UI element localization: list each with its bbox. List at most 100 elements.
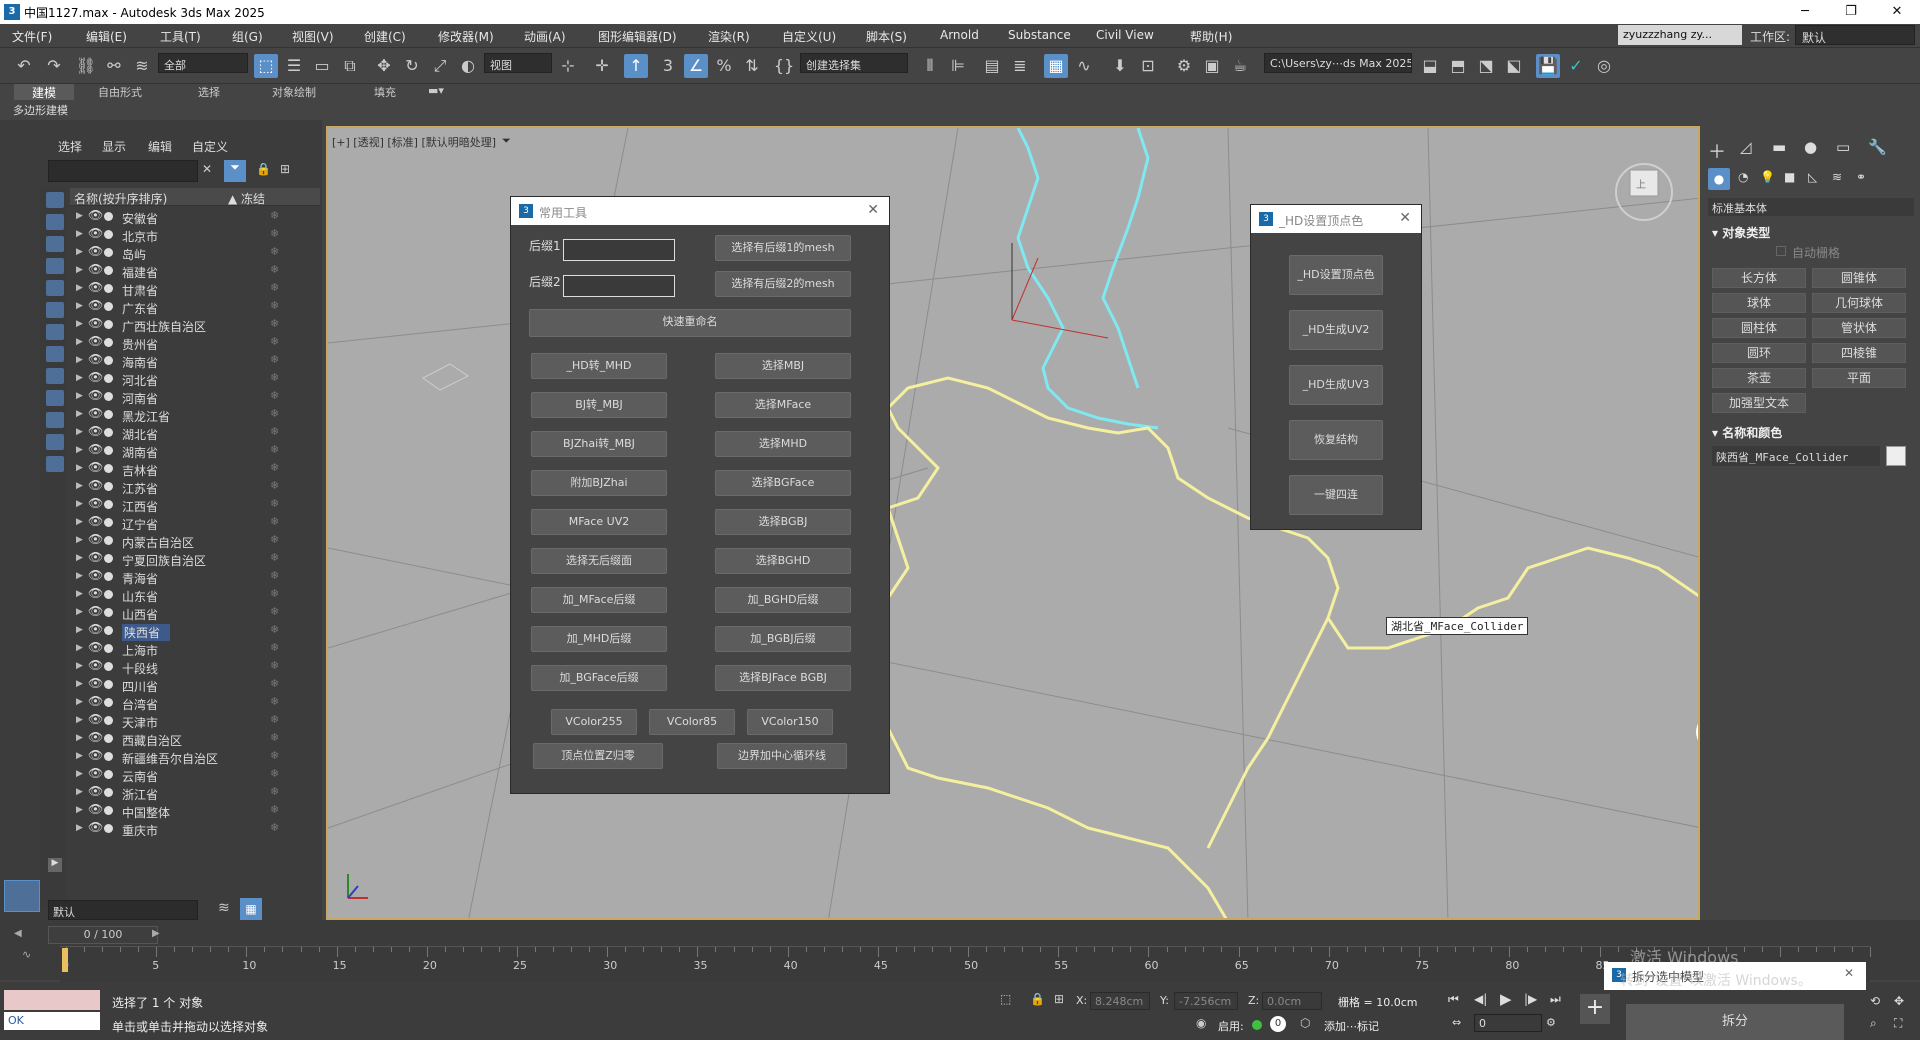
ribbon-tab-freeform[interactable]: 自由形式: [98, 84, 142, 100]
visibility-eye-icon[interactable]: 👁: [88, 586, 103, 600]
render-dot-icon[interactable]: [104, 320, 113, 329]
lock-icon[interactable]: 🔒: [256, 162, 271, 176]
freeze-icon[interactable]: ❄: [270, 767, 279, 780]
expand-icon[interactable]: ▶: [76, 823, 83, 833]
visibility-eye-icon[interactable]: 👁: [88, 280, 103, 294]
expand-icon[interactable]: ▶: [76, 283, 83, 293]
explorer-row[interactable]: ▶ 👁 安徽省 ❄: [70, 208, 320, 226]
freeze-icon[interactable]: ❄: [270, 461, 279, 474]
close-icon[interactable]: ✕: [867, 202, 879, 218]
freeze-icon[interactable]: ❄: [270, 227, 279, 240]
clear-search-icon[interactable]: ✕: [202, 162, 212, 176]
freeze-icon[interactable]: ❄: [270, 317, 279, 330]
render-dot-icon[interactable]: [104, 554, 113, 563]
pan-icon[interactable]: ✥: [1894, 994, 1904, 1008]
time-marker[interactable]: [62, 948, 68, 972]
vcolor255-button[interactable]: VColor255: [551, 709, 637, 735]
time-tag-icon[interactable]: 0: [1270, 1016, 1286, 1032]
select-suffix2-button[interactable]: 选择有后缀2的mesh: [715, 271, 851, 297]
explorer-row[interactable]: ▶ 👁 江苏省 ❄: [70, 478, 320, 496]
cameras-icon[interactable]: ■: [1784, 170, 1795, 184]
expand-icon[interactable]: ▶: [76, 769, 83, 779]
align-icon[interactable]: ⊫: [946, 54, 970, 78]
tool-right-button[interactable]: 选择BJFace BGBJ: [715, 665, 851, 691]
explorer-row[interactable]: ▶ 👁 广西壮族自治区 ❄: [70, 316, 320, 334]
maximize-viewport-icon[interactable]: ⛶: [1894, 1016, 1902, 1031]
tool-left-button[interactable]: 加_BGFace后缀: [531, 665, 667, 691]
filter-shapes-icon[interactable]: [46, 214, 64, 230]
freeze-icon[interactable]: ❄: [270, 803, 279, 816]
visibility-eye-icon[interactable]: 👁: [88, 766, 103, 780]
ribbon-sub-polygon-modeling[interactable]: 多边形建模: [13, 102, 68, 118]
menu-create[interactable]: 创建(C): [364, 28, 406, 45]
render-dot-icon[interactable]: [104, 446, 113, 455]
hd-button[interactable]: 恢复结构: [1289, 420, 1383, 460]
scale-icon[interactable]: ⤢: [428, 54, 452, 78]
explorer-row[interactable]: ▶ 👁 山东省 ❄: [70, 586, 320, 604]
expand-icon[interactable]: ▶: [76, 445, 83, 455]
visibility-eye-icon[interactable]: 👁: [88, 406, 103, 420]
explorer-row[interactable]: ▶ 👁 新疆维吾尔自治区 ❄: [70, 748, 320, 766]
render-dot-icon[interactable]: [104, 482, 113, 491]
menu-animation[interactable]: 动画(A): [524, 28, 566, 45]
expand-icon[interactable]: ▶: [76, 715, 83, 725]
filter-spacewarps-icon[interactable]: [46, 302, 64, 318]
add-key-icon[interactable]: ⬡: [1300, 1016, 1310, 1030]
link-icon[interactable]: ⛓: [74, 54, 98, 78]
user-account[interactable]: zyuzzzhang zy...: [1618, 25, 1742, 45]
primitive-button[interactable]: 球体: [1712, 293, 1806, 313]
visibility-eye-icon[interactable]: 👁: [88, 802, 103, 816]
select-suffix1-button[interactable]: 选择有后缀1的mesh: [715, 235, 851, 261]
render-dot-icon[interactable]: [104, 716, 113, 725]
ribbon-tab-populate[interactable]: 填充: [374, 84, 396, 100]
visibility-eye-icon[interactable]: 👁: [88, 496, 103, 510]
project-path-select[interactable]: C:\Users\zy⋯ds Max 2025: [1264, 53, 1412, 73]
column-freeze[interactable]: ▲ 冻结: [228, 190, 265, 207]
filter-helpers-icon[interactable]: [46, 280, 64, 296]
isolate-icon[interactable]: ⬚: [1000, 992, 1011, 1006]
move-icon[interactable]: ✥: [372, 54, 396, 78]
explorer-layout-icon[interactable]: ▦: [240, 898, 262, 920]
check-icon[interactable]: ✓: [1564, 54, 1588, 78]
filter-cameras-icon[interactable]: [46, 258, 64, 274]
render-dot-icon[interactable]: [104, 608, 113, 617]
helpers-icon[interactable]: ◺: [1808, 170, 1817, 184]
explorer-row[interactable]: ▶ 👁 湖北省 ❄: [70, 424, 320, 442]
shapes-icon[interactable]: ◔: [1738, 170, 1748, 184]
sync-icon[interactable]: ◎: [1592, 54, 1616, 78]
menu-scripting[interactable]: 脚本(S): [866, 28, 907, 45]
freeze-icon[interactable]: ❄: [270, 731, 279, 744]
render-dot-icon[interactable]: [104, 824, 113, 833]
tool-right-button[interactable]: 选择BGHD: [715, 548, 851, 574]
select-by-name-icon[interactable]: ☰: [282, 54, 306, 78]
ribbon-tab-object-paint[interactable]: 对象绘制: [272, 84, 316, 100]
expand-icon[interactable]: ▶: [76, 463, 83, 473]
add-plus-icon[interactable]: +: [1580, 994, 1610, 1024]
filter-particle-icon[interactable]: [46, 434, 64, 450]
visibility-eye-icon[interactable]: 👁: [88, 730, 103, 744]
next-frame-icon[interactable]: |▶: [1524, 992, 1537, 1006]
tools-dialog-header[interactable]: 3 常用工具 ✕: [511, 197, 889, 225]
filter-xrefs-icon[interactable]: [46, 346, 64, 362]
render-dot-icon[interactable]: [104, 356, 113, 365]
expand-icon[interactable]: ▶: [76, 373, 83, 383]
hd-dialog-header[interactable]: 3 _HD设置顶点色 ✕: [1251, 205, 1421, 233]
expand-icon[interactable]: ▶: [76, 589, 83, 599]
expand-icon[interactable]: ▶: [76, 733, 83, 743]
time-slider-right-icon[interactable]: ▶: [152, 928, 160, 939]
add-time-tag[interactable]: 添加⋯标记: [1324, 1018, 1379, 1034]
freeze-icon[interactable]: ❄: [270, 551, 279, 564]
explorer-row[interactable]: ▶ 👁 湖南省 ❄: [70, 442, 320, 460]
visibility-eye-icon[interactable]: 👁: [88, 352, 103, 366]
freeze-icon[interactable]: ❄: [270, 713, 279, 726]
menu-civil-view[interactable]: Civil View: [1096, 28, 1154, 42]
explorer-row[interactable]: ▶ 👁 广东省 ❄: [70, 298, 320, 316]
y-coordinate-field[interactable]: -7.256cm: [1174, 992, 1238, 1010]
visibility-eye-icon[interactable]: 👁: [88, 298, 103, 312]
explorer-row[interactable]: ▶ 👁 山西省 ❄: [70, 604, 320, 622]
expand-icon[interactable]: ▶: [76, 499, 83, 509]
edge-loop-button[interactable]: 边界加中心循环线: [717, 743, 847, 769]
curve-editor-icon[interactable]: ∿: [1072, 54, 1096, 78]
explorer-row[interactable]: ▶ 👁 四川省 ❄: [70, 676, 320, 694]
render-dot-icon[interactable]: [104, 284, 113, 293]
